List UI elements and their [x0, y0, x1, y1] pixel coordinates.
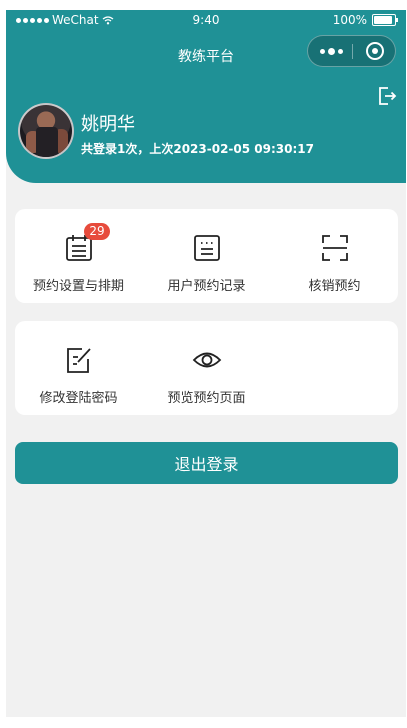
battery-info: 100%	[332, 13, 398, 27]
edit-icon	[66, 348, 91, 373]
record-list-icon	[193, 235, 220, 261]
eye-icon	[192, 352, 221, 368]
menu-item-label: 核销预约	[308, 279, 361, 294]
close-miniprogram-icon[interactable]	[366, 42, 384, 60]
miniprogram-capsule	[307, 35, 396, 67]
menu-item-booking-records[interactable]: 用户预约记录	[143, 209, 270, 303]
notification-badge: 29	[84, 223, 110, 240]
status-bar: WeChat 9:40 100%	[6, 10, 406, 32]
more-icon[interactable]	[320, 45, 346, 57]
menu-item-label: 用户预约记录	[167, 279, 246, 294]
battery-icon	[372, 14, 398, 26]
menu-card-1: 29 预约设置与排期 用户预约记录 核销预约	[15, 209, 398, 303]
login-info: 共登录1次，上次2023-02-05 09:30:17	[81, 142, 314, 156]
menu-item-label: 修改登陆密码	[39, 391, 118, 406]
logout-button[interactable]: 退出登录	[15, 442, 398, 484]
avatar	[18, 103, 74, 159]
menu-item-preview-page[interactable]: 预览预约页面	[143, 321, 270, 415]
app-screen: WeChat 9:40 100% 教练平台 姚明华 共登录1次，上次2023-0…	[6, 10, 406, 717]
menu-item-schedule-settings[interactable]: 29 预约设置与排期	[15, 209, 142, 303]
menu-item-label: 预览预约页面	[167, 391, 246, 406]
user-name: 姚明华	[81, 114, 135, 135]
capsule-divider	[352, 44, 353, 59]
scan-icon	[321, 235, 348, 261]
menu-item-verify-booking[interactable]: 核销预约	[271, 209, 398, 303]
menu-item-change-password[interactable]: 修改登陆密码	[15, 321, 142, 415]
battery-label: 100%	[332, 13, 367, 27]
menu-card-2: 修改登陆密码 预览预约页面	[15, 321, 398, 415]
logout-icon[interactable]	[377, 86, 397, 106]
header: WeChat 9:40 100% 教练平台 姚明华 共登录1次，上次2023-0…	[6, 10, 406, 183]
menu-item-label: 预约设置与排期	[32, 279, 124, 294]
